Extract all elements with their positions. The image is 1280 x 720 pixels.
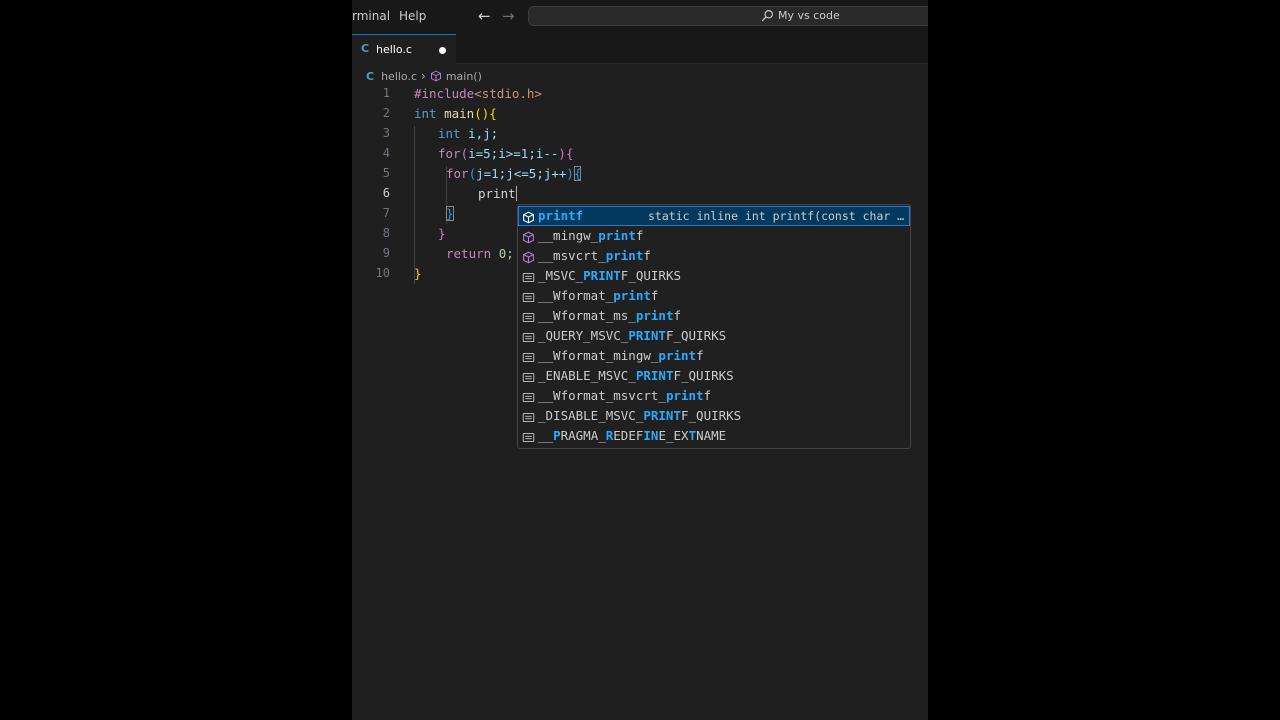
suggestion-label: _MSVC_PRINTF_QUIRKS [538, 268, 682, 283]
title-bar: rminal Help ← → My vs code [352, 0, 928, 34]
suggestion-item[interactable]: __Wformat_printf [518, 286, 910, 306]
text-cursor [515, 186, 518, 201]
suggestion-detail: static inline int printf(const char … [648, 209, 905, 223]
text-keyword-icon [522, 349, 535, 363]
suggestion-item[interactable]: __mingw_printf [518, 226, 910, 246]
suggestion-label: _QUERY_MSVC_PRINTF_QUIRKS [538, 328, 727, 343]
method-cube-icon [522, 249, 535, 264]
include-header: <stdio.h> [474, 86, 542, 101]
search-icon [761, 10, 773, 22]
text-keyword-icon [522, 329, 535, 343]
text-keyword-icon [522, 369, 535, 383]
code-line: 1 #include<stdio.h> [352, 84, 928, 104]
code-line: 5 for(j=1;j<=5;j++){ [352, 164, 928, 184]
unsaved-dot-icon[interactable] [439, 47, 446, 54]
suggestion-item[interactable]: __Wformat_ms_printf [518, 306, 910, 326]
code-line: 3 int i,j; [352, 124, 928, 144]
breadcrumb: C hello.c › main() [366, 68, 482, 84]
suggestion-item[interactable]: printf static inline int printf(const cha… [518, 206, 910, 226]
suggestion-label: __PRAGMA_REDEFINE_EXTNAME [538, 428, 727, 443]
text-keyword-icon [522, 289, 535, 303]
line-number: 7 [382, 206, 390, 220]
line-number: 3 [382, 126, 390, 140]
tab-hello-c[interactable]: C hello.c [352, 34, 456, 64]
suggestion-label: _ENABLE_MSVC_PRINTF_QUIRKS [538, 368, 734, 383]
command-center-search[interactable]: My vs code [528, 6, 928, 26]
suggestion-item[interactable]: _DISABLE_MSVC_PRINTF_QUIRKS [518, 406, 910, 426]
text-keyword-icon [522, 389, 535, 403]
breadcrumb-symbol[interactable]: main() [446, 70, 482, 83]
suggestion-item[interactable]: _ENABLE_MSVC_PRINTF_QUIRKS [518, 366, 910, 386]
method-cube-icon [430, 70, 441, 82]
suggestion-label: __Wformat_ms_printf [538, 308, 682, 323]
line-number: 5 [382, 166, 390, 180]
line-number: 6 [382, 186, 390, 200]
vscode-window: rminal Help ← → My vs code C hello.c C h… [352, 0, 928, 720]
tab-filename: hello.c [376, 43, 412, 56]
menu-terminal[interactable]: rminal [352, 9, 390, 23]
preprocessor-directive: #include [414, 86, 475, 101]
method-cube-icon [522, 209, 535, 224]
suggestion-item[interactable]: __Wformat_msvcrt_printf [518, 386, 910, 406]
back-arrow-icon[interactable]: ← [478, 7, 491, 25]
autocomplete-suggest-widget[interactable]: printf static inline int printf(const cha… [517, 204, 911, 449]
text-keyword-icon [522, 409, 535, 423]
line-number: 9 [382, 246, 390, 260]
forward-arrow-icon[interactable]: → [502, 7, 515, 25]
code-line: 2 int main(){ [352, 104, 928, 124]
code-line: 4 for(i=5;i>=1;i--){ [352, 144, 928, 164]
method-cube-icon [522, 229, 535, 244]
c-language-icon: C [361, 42, 370, 55]
suggestion-item[interactable]: _QUERY_MSVC_PRINTF_QUIRKS [518, 326, 910, 346]
suggestion-item[interactable]: __msvcrt_printf [518, 246, 910, 266]
c-language-icon: C [366, 69, 375, 83]
text-keyword-icon [522, 269, 535, 283]
suggestion-label: __Wformat_mingw_printf [538, 348, 704, 363]
suggestion-label: __Wformat_msvcrt_printf [538, 388, 712, 403]
suggestion-item[interactable]: __Wformat_mingw_printf [518, 346, 910, 366]
line-number: 8 [382, 226, 390, 240]
suggestion-label: __Wformat_printf [538, 288, 659, 303]
menu-help[interactable]: Help [399, 9, 426, 23]
suggestion-item[interactable]: __PRAGMA_REDEFINE_EXTNAME [518, 426, 910, 446]
suggestion-item[interactable]: _MSVC_PRINTF_QUIRKS [518, 266, 910, 286]
text-keyword-icon [522, 309, 535, 323]
suggestion-label: __msvcrt_printf [538, 248, 651, 263]
line-number: 1 [382, 86, 390, 100]
suggestion-label: _DISABLE_MSVC_PRINTF_QUIRKS [538, 408, 742, 423]
code-line-active: 6 print [352, 184, 928, 204]
suggestion-label: __mingw_printf [538, 228, 644, 243]
tab-bar: C hello.c [352, 34, 928, 64]
breadcrumb-separator: › [421, 69, 426, 83]
line-number: 2 [382, 106, 390, 120]
suggestion-label: printf [538, 208, 584, 223]
command-center-label: My vs code [778, 9, 840, 22]
line-number: 10 [375, 266, 390, 280]
line-number: 4 [382, 146, 390, 160]
text-keyword-icon [522, 429, 535, 443]
breadcrumb-file[interactable]: hello.c [381, 70, 417, 83]
typed-text: print [478, 186, 516, 201]
